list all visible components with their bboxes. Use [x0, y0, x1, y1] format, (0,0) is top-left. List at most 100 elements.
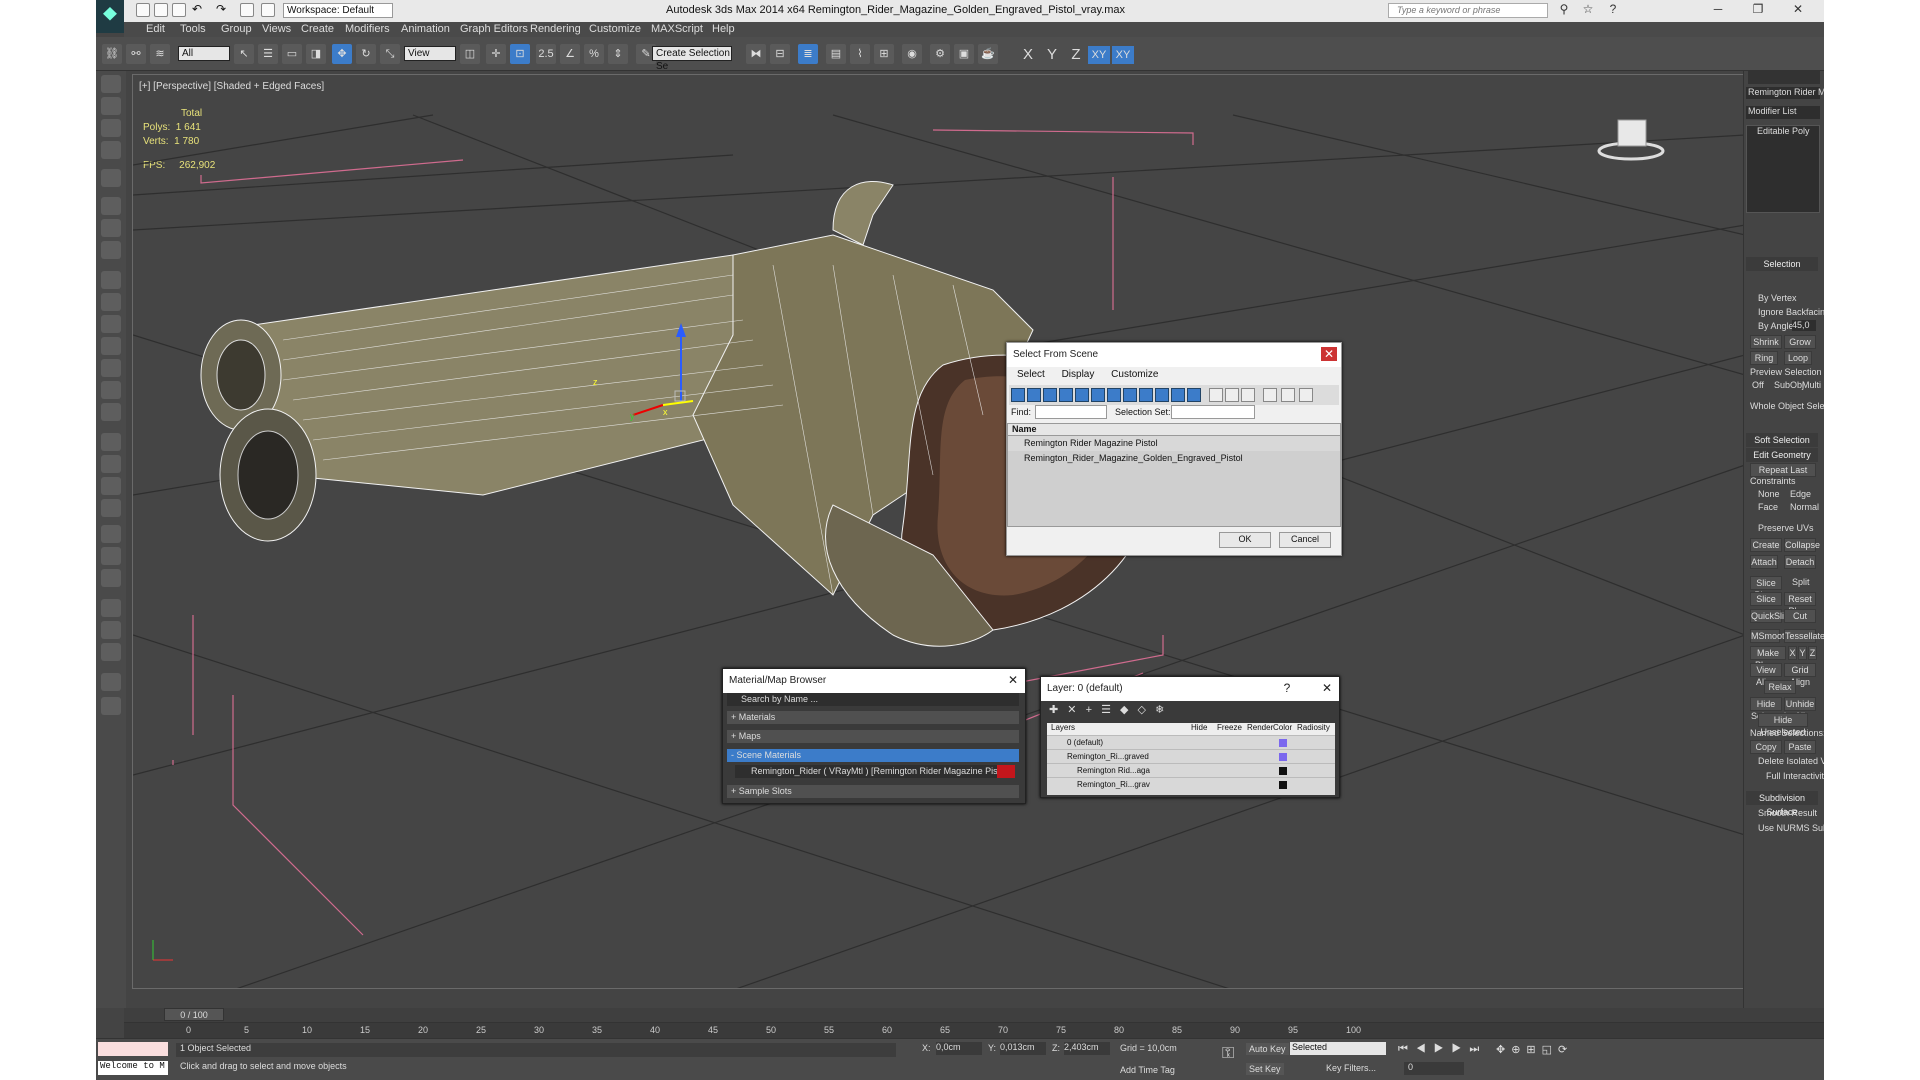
preview-multi-radio[interactable]: Multi	[1802, 380, 1821, 390]
constraint-face-radio[interactable]: Face	[1758, 502, 1778, 512]
display-geometry-icon[interactable]	[1011, 388, 1025, 402]
workspace-dropdown[interactable]: Workspace: Default	[283, 3, 393, 18]
hide-selected-button[interactable]: Hide Selected	[1750, 697, 1786, 721]
people-icon[interactable]	[101, 241, 121, 259]
subdivision-surface-rollout[interactable]: Subdivision Surface	[1746, 791, 1818, 817]
constraint-edge-radio[interactable]: Edge	[1790, 489, 1811, 499]
display-cameras-icon[interactable]	[1059, 388, 1073, 402]
smooth-result-checkbox[interactable]: Smooth Result	[1758, 808, 1817, 818]
open-file-icon[interactable]	[154, 3, 168, 17]
hair-icon[interactable]	[101, 547, 121, 565]
reference-coordinate-dropdown[interactable]: View	[404, 46, 456, 61]
gear-sphere-icon[interactable]	[101, 499, 121, 517]
axis-x-button[interactable]: X	[1017, 46, 1039, 64]
select-by-name-icon[interactable]: ☰	[258, 44, 278, 64]
close-icon[interactable]: ✕	[1005, 673, 1021, 687]
edit-geometry-rollout[interactable]: Edit Geometry	[1746, 448, 1818, 462]
display-groups-icon[interactable]	[1107, 388, 1121, 402]
project-folder-icon[interactable]	[261, 3, 275, 17]
max-logo-icon[interactable]: ⯁	[96, 0, 124, 33]
select-and-link-icon[interactable]: ⛓	[102, 44, 122, 64]
sample-slots-section[interactable]: + Sample Slots	[727, 785, 1019, 798]
display-containers-icon[interactable]	[1155, 388, 1169, 402]
schematic-view-icon[interactable]: ⊞	[874, 44, 894, 64]
layer-row[interactable]: Remington Rid...aga	[1047, 763, 1335, 777]
render-production-icon[interactable]: ☕	[978, 44, 998, 64]
render-setup-icon[interactable]: ⚙	[930, 44, 950, 64]
scene-materials-section[interactable]: - Scene Materials	[727, 749, 1019, 762]
soft-selection-rollout[interactable]: Soft Selection	[1746, 433, 1818, 447]
axis-xy-cycle-button[interactable]: XY	[1112, 46, 1134, 64]
light-icon[interactable]	[101, 169, 121, 187]
named-selection-set-dropdown[interactable]: Create Selection Se	[652, 46, 732, 72]
display-bones-icon[interactable]	[1139, 388, 1153, 402]
object-name-field[interactable]: Remington Rider Magazine Pis	[1746, 87, 1824, 99]
command-panel-tabs[interactable]	[1748, 70, 1820, 84]
relax-button[interactable]: Relax	[1764, 680, 1796, 694]
delete-layer-icon[interactable]: ✕	[1067, 704, 1076, 716]
reset-plane-button[interactable]: Reset Plane	[1784, 592, 1816, 616]
quickslice-button[interactable]: QuickSlice	[1750, 609, 1794, 623]
half-sphere-icon[interactable]	[101, 293, 121, 311]
menu-modifiers[interactable]: Modifiers	[345, 23, 390, 35]
menu-tools[interactable]: Tools	[180, 23, 206, 35]
perspective-viewport[interactable]: [+] [Perspective] [Shaded + Edged Faces]…	[132, 74, 1744, 989]
use-nurms-checkbox[interactable]: Use NURMS Subdivision	[1758, 823, 1824, 833]
material-sphere-icon[interactable]	[101, 599, 121, 617]
sphere-icon[interactable]	[101, 315, 121, 333]
layer-row[interactable]: Remington_Ri...grav	[1047, 777, 1335, 791]
select-none-icon[interactable]	[1225, 388, 1239, 402]
auto-key-button[interactable]: Auto Key	[1246, 1043, 1289, 1055]
menu-edit[interactable]: Edit	[146, 23, 165, 35]
spinner-snap-icon[interactable]: ⇕	[608, 44, 628, 64]
freeze-all-icon[interactable]: ❄	[1155, 704, 1164, 716]
menu-customize[interactable]: Customize	[589, 23, 641, 35]
new-file-icon[interactable]	[136, 3, 150, 17]
maxscript-listener-input[interactable]	[98, 1042, 168, 1056]
time-slider[interactable]: 0 / 100	[124, 1008, 1824, 1022]
split-checkbox[interactable]: Split	[1792, 577, 1810, 587]
viewcube-icon[interactable]	[1597, 119, 1665, 161]
hold-icon[interactable]	[240, 3, 254, 17]
close-icon[interactable]: ✕	[1786, 2, 1810, 18]
redo-icon[interactable]: ↷	[216, 3, 230, 17]
ignore-backfacing-checkbox[interactable]: Ignore Backfacing	[1758, 307, 1824, 317]
add-to-layer-icon[interactable]: +	[1086, 704, 1092, 716]
menu-help[interactable]: Help	[712, 23, 735, 35]
display-lights-icon[interactable]	[1043, 388, 1057, 402]
unhide-all-button[interactable]: Unhide All	[1784, 697, 1816, 721]
track-bar[interactable]: 0 5 10 15 20 25 30 35 40 45 50 55 60 65 70 75 80 85 90 95 10…	[124, 1022, 1824, 1038]
maps-section[interactable]: + Maps	[727, 730, 1019, 743]
ear-icon[interactable]	[101, 219, 121, 237]
rendered-frame-window-icon[interactable]: ▣	[954, 44, 974, 64]
menu-select[interactable]: Select	[1017, 369, 1045, 380]
snaps-toggle-icon[interactable]: 2.5	[536, 44, 556, 64]
mirror-icon[interactable]: ⧓	[746, 44, 766, 64]
pyramid-icon[interactable]	[101, 477, 121, 495]
undo-icon[interactable]: ↶	[192, 3, 206, 17]
paste-button[interactable]: Paste	[1784, 740, 1816, 754]
axis-y-button[interactable]: Y	[1041, 46, 1063, 64]
sun-icon[interactable]	[101, 381, 121, 399]
highlight-layer-icon[interactable]: ◆	[1120, 704, 1128, 716]
display-helpers-icon[interactable]	[1075, 388, 1089, 402]
col-radiosity[interactable]: Radiosity	[1297, 723, 1330, 732]
minimize-icon[interactable]: ─	[1706, 2, 1730, 18]
save-file-icon[interactable]	[172, 3, 186, 17]
ok-button[interactable]: OK	[1219, 532, 1271, 548]
keyboard-shortcut-override-icon[interactable]: ⊡	[510, 44, 530, 64]
percent-snap-icon[interactable]: %	[584, 44, 604, 64]
create-button[interactable]: Create	[1750, 538, 1782, 552]
manipulate-icon[interactable]: ✛	[486, 44, 506, 64]
layer-color-swatch[interactable]	[1279, 781, 1287, 789]
scene-material-item[interactable]: Remington_Rider ( VRayMtl ) [Remington R…	[735, 765, 1015, 778]
key-filters-button[interactable]: Key Filters...	[1326, 1063, 1376, 1073]
view-align-button[interactable]: View Align	[1750, 663, 1782, 687]
display-warps-icon[interactable]	[1091, 388, 1105, 402]
preview-off-radio[interactable]: Off	[1752, 380, 1764, 390]
display-shapes-icon[interactable]	[1027, 388, 1041, 402]
by-vertex-checkbox[interactable]: By Vertex	[1758, 293, 1797, 303]
list-options-icon[interactable]	[1299, 388, 1313, 402]
close-icon[interactable]: ✕	[1321, 347, 1337, 361]
layer-manager-icon[interactable]: ≣	[798, 44, 818, 64]
